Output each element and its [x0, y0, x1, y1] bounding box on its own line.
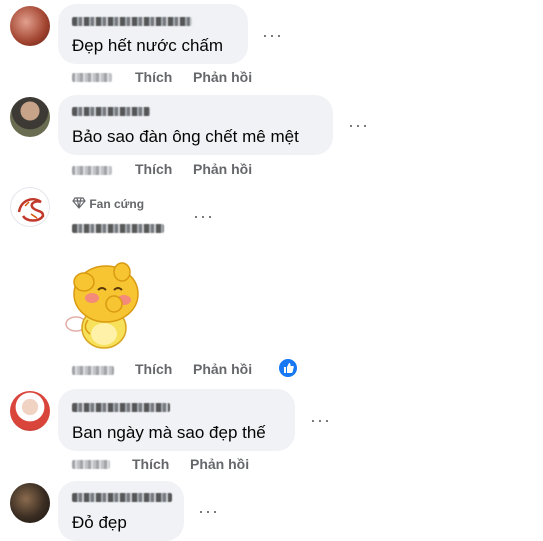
top-fan-badge[interactable]: Fan cứng	[72, 197, 144, 211]
comment-text: Đẹp hết nước chấm	[72, 36, 224, 55]
comment-bubble: Ban ngày mà sao đẹp thế	[58, 389, 295, 451]
dragon-logo-icon	[17, 198, 45, 222]
timestamp[interactable]	[72, 460, 110, 469]
author-name[interactable]	[72, 224, 164, 233]
reply-button[interactable]: Phản hồi	[190, 456, 249, 472]
author-name[interactable]	[72, 17, 192, 26]
timestamp[interactable]	[72, 166, 112, 175]
comment-text: Bảo sao đàn ông chết mê mệt	[72, 127, 299, 146]
comment-bubble: Bảo sao đàn ông chết mê mệt	[58, 95, 333, 155]
like-button[interactable]: Thích	[135, 161, 172, 177]
more-options-icon[interactable]: ···	[310, 411, 331, 429]
more-options-icon[interactable]: ···	[262, 26, 283, 44]
qoobee-blushing-sticker	[65, 262, 139, 349]
reply-button[interactable]: Phản hồi	[193, 161, 252, 177]
like-button[interactable]: Thích	[135, 69, 172, 85]
author-name[interactable]	[72, 403, 170, 412]
badge-label: Fan cứng	[89, 197, 145, 211]
comment-text: Ban ngày mà sao đẹp thế	[72, 423, 266, 442]
comment-bubble: Đỏ đẹp	[58, 481, 184, 541]
timestamp[interactable]	[72, 73, 112, 82]
like-reaction-icon[interactable]	[277, 357, 299, 379]
avatar[interactable]	[10, 6, 50, 46]
more-options-icon[interactable]: ···	[193, 207, 214, 225]
avatar[interactable]	[10, 97, 50, 137]
avatar[interactable]	[10, 187, 50, 227]
avatar[interactable]	[10, 483, 50, 523]
avatar[interactable]	[10, 391, 50, 431]
reply-button[interactable]: Phản hồi	[193, 69, 252, 85]
like-button[interactable]: Thích	[132, 456, 169, 472]
like-button[interactable]: Thích	[135, 361, 172, 377]
reply-button[interactable]: Phản hồi	[193, 361, 252, 377]
diamond-icon	[72, 197, 86, 209]
author-name[interactable]	[72, 493, 172, 502]
more-options-icon[interactable]: ···	[348, 116, 369, 134]
more-options-icon[interactable]: ···	[198, 502, 219, 520]
timestamp[interactable]	[72, 366, 114, 375]
author-name[interactable]	[72, 107, 150, 116]
comment-text: Đỏ đẹp	[72, 513, 127, 532]
comment-bubble: Đẹp hết nước chấm	[58, 4, 248, 64]
